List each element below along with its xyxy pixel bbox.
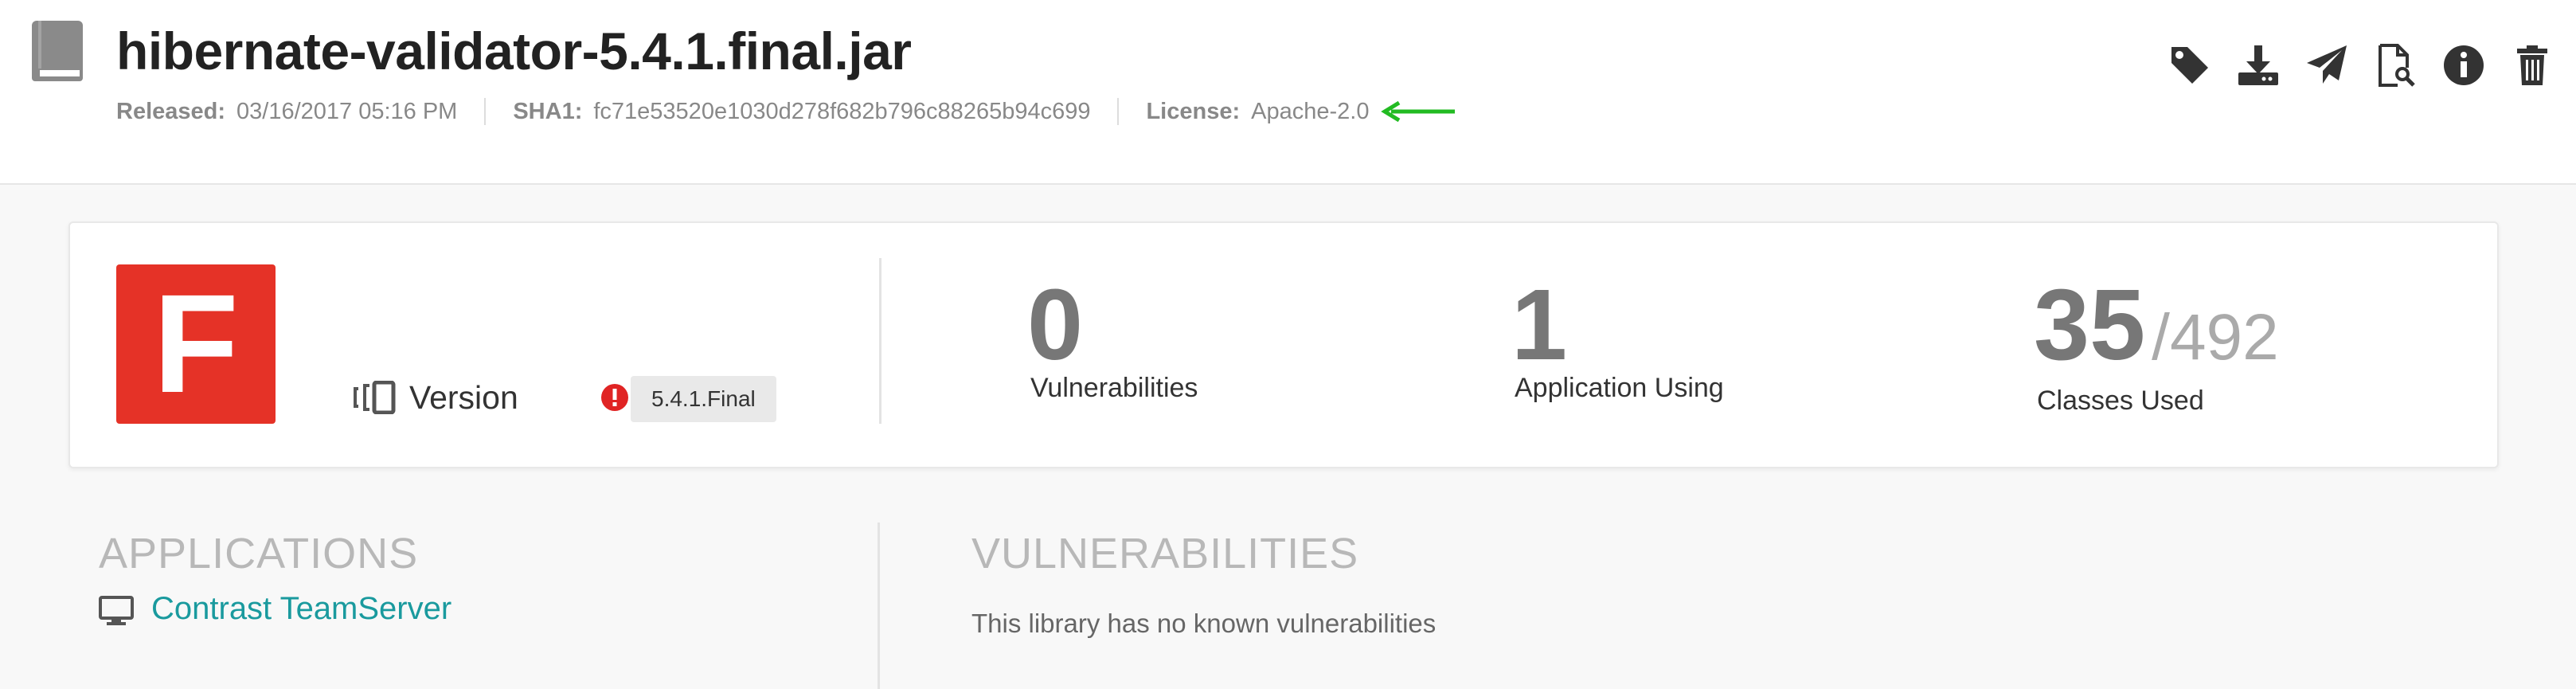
stat-vulnerabilities-label: Vulnerabilities: [1030, 373, 1198, 403]
license-value: Apache-2.0: [1251, 98, 1370, 124]
inspect-button[interactable]: [2370, 40, 2421, 91]
delete-button[interactable]: [2507, 40, 2558, 91]
stat-vulnerabilities: 0 Vulnerabilities: [1027, 268, 1198, 404]
summary-divider: [879, 258, 881, 424]
released-value: 03/16/2017 05:16 PM: [236, 98, 458, 124]
download-icon: [2238, 45, 2278, 85]
sha1-value: fc71e53520e1030d278f682b796c88265b94c699: [593, 98, 1091, 124]
library-summary-card: F Version 5.4.1.Final 0 Vulnerabilities …: [68, 221, 2499, 468]
info-button[interactable]: [2438, 40, 2489, 91]
info-icon: [2444, 45, 2484, 85]
alert-icon: [601, 384, 628, 411]
send-icon: [2307, 45, 2347, 84]
applications-section-title: APPLICATIONS: [99, 530, 419, 577]
license-label: License:: [1146, 98, 1241, 124]
versions-icon: [354, 381, 396, 414]
stat-applications: 1 Application Using: [1511, 268, 1724, 404]
stat-classes-label: Classes Used: [2037, 386, 2204, 416]
monitor-icon: [99, 596, 134, 625]
released-label: Released:: [116, 98, 226, 124]
vulnerabilities-section-title: VULNERABILITIES: [971, 530, 1359, 577]
classes-total: /492: [2152, 301, 2279, 374]
download-button[interactable]: [2233, 40, 2284, 91]
no-vulnerabilities-message: This library has no known vulnerabilitie…: [971, 609, 1437, 638]
document-search-icon: [2379, 44, 2415, 87]
section-divider: [878, 523, 880, 689]
classes-used-count: 35: [2034, 268, 2146, 381]
meta-separator: [1117, 98, 1120, 125]
stat-applications-label: Application Using: [1515, 373, 1724, 403]
version-badge: 5.4.1.Final: [631, 376, 776, 422]
book-icon: [32, 21, 83, 81]
stat-classes: 35/492 Classes Used: [2034, 275, 2279, 417]
send-button[interactable]: [2301, 40, 2352, 91]
stat-classes-value: 35/492: [2034, 275, 2279, 386]
library-header: hibernate-validator-5.4.1.final.jar Rele…: [0, 0, 2576, 185]
arrow-left-icon: [1381, 100, 1456, 123]
library-metadata: Released: 03/16/2017 05:16 PM SHA1: fc71…: [116, 96, 1456, 127]
meta-separator: [484, 98, 487, 125]
page-title: hibernate-validator-5.4.1.final.jar: [116, 22, 912, 80]
application-link[interactable]: Contrast TeamServer: [151, 591, 451, 627]
tag-icon: [2171, 47, 2208, 84]
tag-button[interactable]: [2164, 40, 2215, 91]
trash-icon: [2517, 45, 2547, 85]
version-label: Version: [409, 379, 518, 416]
stat-vulnerabilities-value: 0: [1027, 268, 1084, 381]
stat-applications-value: 1: [1511, 268, 1568, 381]
grade-badge: F: [116, 264, 276, 424]
sha1-label: SHA1:: [513, 98, 583, 124]
toolbar: [2164, 40, 2575, 91]
